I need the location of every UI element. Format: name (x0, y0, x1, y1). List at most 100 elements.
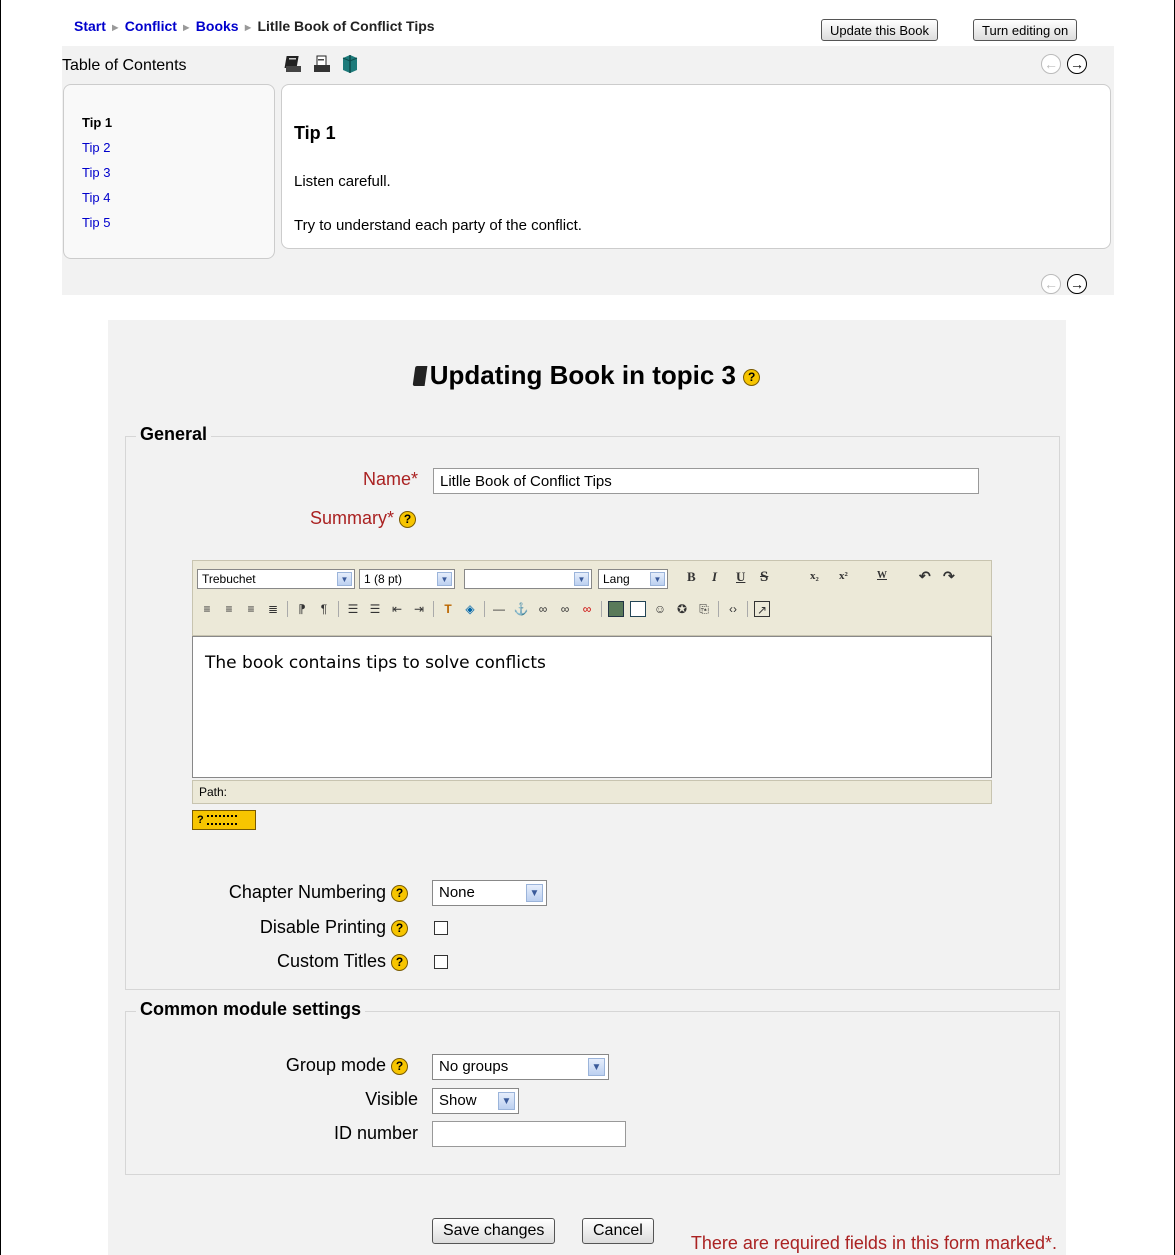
special-char-icon[interactable]: ✪ (674, 601, 690, 617)
breadcrumb-separator: ► (109, 22, 121, 34)
size-select[interactable]: 1 (8 pt) ▼ (359, 569, 455, 589)
search-replace-icon[interactable]: ⎘ (696, 601, 712, 617)
horizontal-rule-icon[interactable]: — (491, 601, 507, 617)
editor-content-area[interactable]: The book contains tips to solve conflict… (192, 636, 992, 778)
toc-item-tip-4[interactable]: Tip 4 (82, 190, 110, 205)
format-select[interactable]: ▼ (464, 569, 592, 589)
summary-label-text: Summary* (309, 508, 394, 528)
keyboard-help-icon[interactable]: ? (192, 810, 256, 830)
disable-printing-checkbox[interactable] (434, 921, 448, 935)
group-mode-label: Group mode ? (168, 1055, 408, 1076)
export-icon[interactable] (340, 54, 360, 74)
rtl-icon[interactable]: ¶ (316, 601, 332, 617)
indent-icon[interactable]: ⇥ (411, 601, 427, 617)
align-justify-icon[interactable]: ≣ (265, 601, 281, 617)
chapter-title: Tip 1 (294, 123, 336, 143)
editor-path-bar: Path: (192, 780, 992, 804)
form-panel: Updating Book in topic 3 ? General Name*… (108, 320, 1066, 1255)
turn-editing-on-button[interactable]: Turn editing on (973, 19, 1078, 41)
toolbar-divider (747, 601, 748, 617)
help-icon[interactable]: ? (391, 953, 408, 971)
save-changes-button[interactable]: Save changes (432, 1218, 556, 1244)
toc-item-tip-3[interactable]: Tip 3 (82, 165, 110, 180)
group-mode-select[interactable]: No groups ▼ (432, 1054, 609, 1080)
toc-item-tip-2[interactable]: Tip 2 (82, 140, 110, 155)
help-icon[interactable]: ? (391, 919, 408, 937)
lang-select[interactable]: Lang ▼ (598, 569, 668, 589)
italic-icon[interactable]: I (712, 569, 717, 585)
align-left-icon[interactable]: ≡ (199, 601, 215, 617)
bold-icon[interactable]: B (687, 569, 696, 585)
html-source-icon[interactable]: ‹› (725, 601, 741, 617)
ltr-icon[interactable]: ⁋ (294, 601, 310, 617)
smiley-icon[interactable]: ☺ (652, 601, 668, 617)
previous-arrow-icon: ← (1041, 274, 1061, 294)
breadcrumb-current: Litlle Book of Conflict Tips (257, 18, 435, 34)
editor-toolbar-row-2: ≡ ≡ ≡ ≣ ⁋ ¶ ☰ ☰ ⇤ ⇥ T ◈ — ⚓ ∞ ∞ ∞ ☺ ✪ ⎘ … (199, 601, 770, 617)
visible-select[interactable]: Show ▼ (432, 1088, 519, 1114)
anchor-icon[interactable]: ⚓ (513, 601, 529, 617)
lang-select-value: Lang (603, 572, 630, 586)
chapter-nav-top: ← → (1041, 54, 1087, 74)
subscript-icon[interactable]: x₂ (810, 570, 819, 582)
help-icon[interactable]: ? (399, 510, 416, 528)
print-chapter-icon[interactable] (312, 54, 332, 74)
toolbar-divider (338, 601, 339, 617)
superscript-icon[interactable]: x² (839, 570, 848, 582)
summary-editor: Trebuchet ▼ 1 (8 pt) ▼ ▼ Lang ▼ B I U S … (192, 560, 992, 805)
toc-item-tip-5[interactable]: Tip 5 (82, 215, 110, 230)
chevron-down-icon: ▼ (337, 572, 352, 586)
name-input[interactable] (433, 468, 979, 494)
visible-value: Show (439, 1092, 477, 1109)
print-book-icon[interactable] (284, 54, 304, 74)
disable-printing-label: Disable Printing ? (168, 917, 408, 938)
help-icon[interactable]: ? (391, 884, 408, 902)
book-view: Start ► Conflict ► Books ► Litlle Book of Conf… (62, 10, 1114, 295)
toolbar-divider (287, 601, 288, 617)
previous-arrow-icon: ← (1041, 54, 1061, 74)
custom-titles-checkbox[interactable] (434, 955, 448, 969)
redo-icon[interactable]: ↷ (943, 569, 955, 586)
breadcrumb-conflict[interactable]: Conflict (125, 18, 177, 34)
fullscreen-icon[interactable]: ↗ (754, 601, 770, 617)
breadcrumb-books[interactable]: Books (196, 18, 239, 34)
insert-image-icon[interactable] (608, 601, 624, 617)
strikethrough-icon[interactable]: S (760, 569, 768, 586)
next-arrow-icon[interactable]: → (1067, 274, 1087, 294)
toolbar-divider (601, 601, 602, 617)
background-color-icon[interactable]: ◈ (462, 601, 478, 617)
word-paste-icon[interactable]: W (877, 570, 887, 581)
breadcrumb-start[interactable]: Start (74, 18, 106, 34)
ordered-list-icon[interactable]: ☰ (345, 601, 361, 617)
font-select[interactable]: Trebuchet ▼ (197, 569, 355, 589)
toc-item-tip-1: Tip 1 (82, 115, 113, 130)
chevron-down-icon: ▼ (526, 884, 543, 902)
help-icon[interactable]: ? (391, 1057, 408, 1075)
update-book-button[interactable]: Update this Book (821, 19, 939, 41)
outdent-icon[interactable]: ⇤ (389, 601, 405, 617)
editor-content-text: The book contains tips to solve conflict… (205, 653, 546, 673)
unlink-icon[interactable]: ∞ (557, 601, 573, 617)
chapter-paragraph: Listen carefull. (294, 173, 391, 190)
chapter-paragraph: Try to understand each party of the conf… (294, 217, 582, 234)
align-center-icon[interactable]: ≡ (221, 601, 237, 617)
nolink-icon[interactable]: ∞ (579, 601, 595, 617)
help-icon[interactable]: ? (743, 368, 761, 386)
id-number-input[interactable] (432, 1121, 626, 1147)
link-icon[interactable]: ∞ (535, 601, 551, 617)
chapter-numbering-select[interactable]: None ▼ (432, 880, 547, 906)
next-arrow-icon[interactable]: → (1067, 54, 1087, 74)
page-title: Updating Book in topic 3 ? (108, 360, 1066, 391)
chevron-down-icon: ▼ (588, 1058, 605, 1076)
insert-table-icon[interactable] (630, 601, 646, 617)
align-right-icon[interactable]: ≡ (243, 601, 259, 617)
text-color-icon[interactable]: T (440, 601, 456, 617)
toolbar-divider (484, 601, 485, 617)
chevron-down-icon: ▼ (437, 572, 452, 586)
summary-label: Summary* ? (206, 508, 416, 529)
underline-icon[interactable]: U (736, 569, 745, 585)
undo-icon[interactable]: ↶ (919, 569, 931, 586)
cancel-button[interactable]: Cancel (582, 1218, 654, 1244)
unordered-list-icon[interactable]: ☰ (367, 601, 383, 617)
common-settings-legend: Common module settings (136, 999, 366, 1020)
